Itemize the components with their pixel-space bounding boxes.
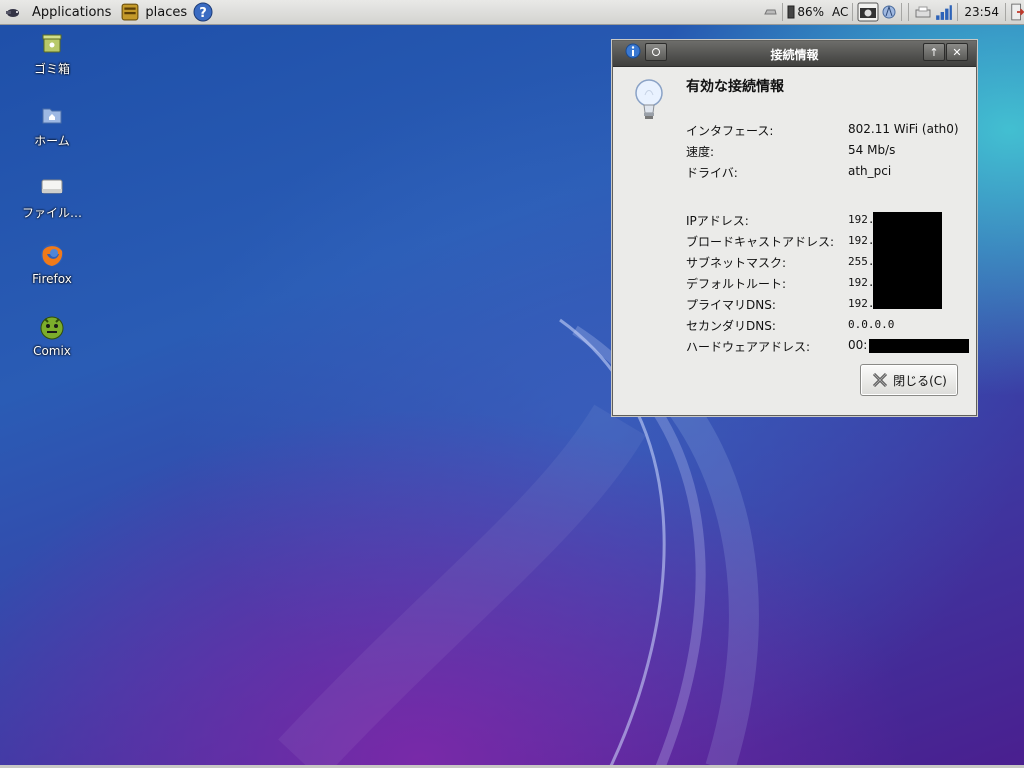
desktop-icon-filesystem[interactable]: ファイル… bbox=[7, 174, 97, 221]
maximize-button[interactable]: ↑ bbox=[923, 43, 945, 61]
removable-drive-icon[interactable] bbox=[762, 4, 778, 20]
desktop-icon-trash[interactable]: ゴミ箱 bbox=[7, 30, 97, 77]
desktop-icon-label: Firefox bbox=[32, 272, 72, 286]
places-menu[interactable]: places bbox=[117, 0, 191, 24]
network-manager-icon[interactable] bbox=[881, 4, 897, 20]
field-label: ブロードキャストアドレス: bbox=[686, 235, 835, 249]
field-label: サブネットマスク: bbox=[686, 256, 787, 270]
screenshot-camera-icon[interactable] bbox=[857, 2, 879, 22]
desktop-icon-label: ゴミ箱 bbox=[33, 62, 70, 76]
dialog-titlebar[interactable]: 接続情報 ↑ ✕ bbox=[613, 41, 976, 67]
wifi-signal-icon[interactable] bbox=[935, 3, 953, 21]
desktop-icon-label: Comix bbox=[33, 344, 71, 358]
battery-icon[interactable] bbox=[787, 5, 795, 19]
top-panel: Applications places ? 86% AC 23:54 bbox=[0, 0, 1024, 25]
redaction-block bbox=[873, 212, 942, 309]
field-value: 54 Mb/s bbox=[848, 143, 896, 157]
field-label: インタフェース: bbox=[686, 124, 774, 138]
field-value: 802.11 WiFi (ath0) bbox=[848, 122, 959, 136]
tray-separator bbox=[782, 3, 784, 21]
logout-icon[interactable] bbox=[1010, 2, 1024, 22]
field-value: 00: bbox=[848, 338, 868, 352]
field-label: ハードウェアアドレス: bbox=[686, 340, 811, 354]
field-value: 192. bbox=[848, 234, 875, 247]
close-button-label: 閉じる(C) bbox=[893, 373, 947, 388]
applications-label: Applications bbox=[32, 4, 112, 20]
dialog-title: 接続情報 bbox=[770, 48, 819, 62]
field-value: 192. bbox=[848, 213, 875, 226]
arrow-up-icon: ↑ bbox=[929, 45, 939, 59]
field-label: ドライバ: bbox=[686, 166, 738, 180]
tray-separator bbox=[852, 3, 854, 21]
redaction-block bbox=[869, 339, 969, 353]
dialog-content: 有効な接続情報 インタフェース: 802.11 WiFi (ath0) 速度: … bbox=[613, 67, 976, 415]
field-value: 192. bbox=[848, 276, 875, 289]
desktop-icon-home[interactable]: ホーム bbox=[7, 102, 97, 149]
printer-icon[interactable] bbox=[913, 4, 933, 20]
trash-icon bbox=[42, 34, 62, 53]
desktop-icon-label: ファイル… bbox=[21, 206, 82, 220]
dialog-heading: 有効な接続情報 bbox=[686, 79, 784, 95]
close-button[interactable]: 閉じる(C) bbox=[860, 364, 958, 396]
close-window-button[interactable]: ✕ bbox=[946, 43, 968, 61]
tray-separator bbox=[1005, 3, 1006, 21]
field-value: 255. bbox=[848, 255, 875, 268]
lightbulb-icon bbox=[635, 79, 663, 119]
field-value: ath_pci bbox=[848, 164, 892, 178]
field-value: 0.0.0.0 bbox=[848, 318, 895, 331]
clock[interactable]: 23:54 bbox=[962, 5, 1001, 19]
home-folder-icon bbox=[42, 108, 62, 124]
desktop-icon-label: ホーム bbox=[34, 134, 70, 148]
comix-icon bbox=[40, 316, 64, 340]
svg-text:?: ? bbox=[199, 6, 207, 21]
xfce-mouse-icon bbox=[6, 9, 19, 17]
field-label: IPアドレス: bbox=[686, 214, 749, 228]
help-icon: ? bbox=[193, 2, 213, 22]
tray-separator bbox=[957, 3, 959, 21]
tray-separator bbox=[908, 3, 910, 21]
places-label: places bbox=[145, 4, 188, 20]
field-value: 192. bbox=[848, 297, 875, 310]
desktop-icon-comix[interactable]: Comix bbox=[7, 314, 97, 358]
firefox-icon bbox=[41, 244, 63, 266]
close-x-icon bbox=[873, 372, 888, 388]
field-label: デフォルトルート: bbox=[686, 277, 787, 291]
system-tray: 86% AC 23:54 bbox=[762, 0, 1024, 24]
connection-info-dialog: 接続情報 ↑ ✕ 有効な接続情報 インタフェース: 802.11 WiFi (a… bbox=[612, 40, 977, 416]
drive-icon bbox=[41, 179, 63, 194]
power-source: AC bbox=[832, 5, 849, 19]
tray-separator bbox=[901, 3, 903, 21]
applications-menu[interactable]: Applications bbox=[0, 0, 115, 24]
desktop-icon-firefox[interactable]: Firefox bbox=[7, 242, 97, 286]
field-label: 速度: bbox=[686, 145, 715, 159]
help-button[interactable]: ? bbox=[193, 0, 213, 24]
field-label: プライマリDNS: bbox=[686, 298, 776, 312]
close-icon: ✕ bbox=[952, 45, 962, 59]
places-icon bbox=[121, 3, 139, 21]
field-label: セカンダリDNS: bbox=[686, 319, 776, 333]
battery-percent: 86% bbox=[797, 5, 825, 19]
